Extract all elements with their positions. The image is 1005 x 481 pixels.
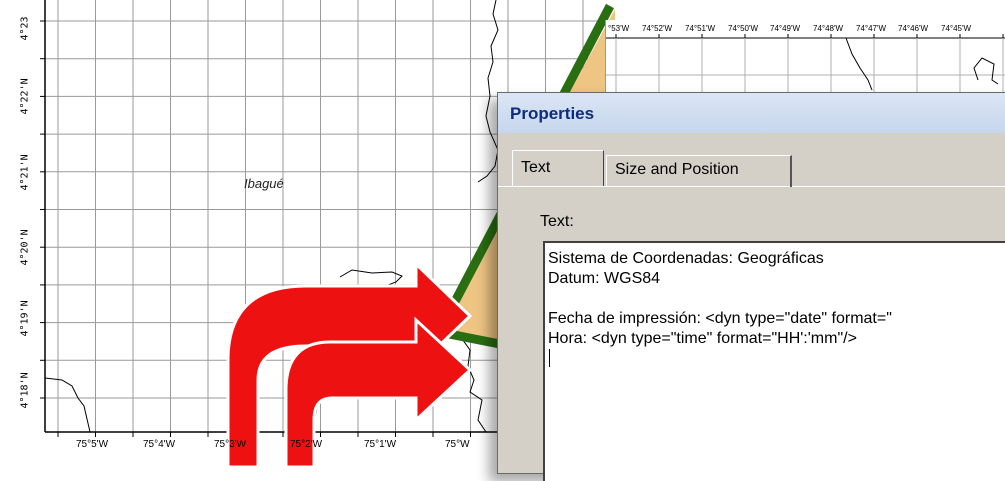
lon-label-75-2: 75°2'W <box>290 439 323 450</box>
lat-label-4-23: 4°23 <box>19 16 31 41</box>
tab-size-and-position[interactable]: Size and Position <box>606 155 792 187</box>
right-lon-label-53: °53'W <box>608 24 630 33</box>
lon-label-75-1: 75°1'W <box>364 439 397 450</box>
dialog-title: Properties <box>510 104 595 123</box>
river-boundary-top <box>477 0 499 183</box>
right-lon-label-51: 74°51'W <box>685 24 716 33</box>
lon-label-75: 75°W <box>445 439 470 450</box>
right-lon-label-45: 74°45'W <box>941 24 972 33</box>
lat-label-4-18: 4°18'N <box>19 372 31 409</box>
city-label-ibague: Ibagué <box>244 176 284 191</box>
text-caret <box>549 349 550 367</box>
properties-dialog: Properties Text Size and Position Text: … <box>497 92 1005 481</box>
text-line: Sistema de Coordenadas: Geográficas <box>548 250 824 267</box>
right-lon-label-52: 74°52'W <box>642 24 673 33</box>
right-lon-label-48: 74°48'W <box>813 24 844 33</box>
lat-label-4-20: 4°20'N <box>19 229 31 266</box>
river-boundary-left <box>44 377 91 433</box>
lon-label-75-3: 75°3'W <box>214 439 247 450</box>
text-line: Hora: <dyn type="time" format="HH':'mm"/… <box>548 330 857 347</box>
lat-label-4-21: 4°21'N <box>19 154 31 191</box>
text-line <box>548 289 1005 309</box>
lat-label-4-22: 4°22'N <box>19 78 31 115</box>
tab-text[interactable]: Text <box>512 150 604 186</box>
lon-label-75-4: 75°4'W <box>143 439 176 450</box>
text-line: Datum: WGS84 <box>548 270 661 287</box>
right-lon-label-50: 74°50'W <box>728 24 759 33</box>
right-lon-label-49: 74°49'W <box>770 24 801 33</box>
lon-label-75-5: 75°5'W <box>76 439 109 450</box>
text-field-label: Text: <box>540 213 574 230</box>
red-arrows <box>226 260 473 467</box>
lat-label-4-19: 4°19'N <box>19 300 31 337</box>
text-content-textarea[interactable]: Sistema de Coordenadas: Geográficas Datu… <box>543 241 1005 481</box>
right-lon-ticks <box>615 34 1004 38</box>
right-lon-label-47: 74°47'W <box>856 24 887 33</box>
right-lon-label-46: 74°46'W <box>898 24 929 33</box>
river-boundary-right <box>459 335 487 433</box>
text-line: Fecha de impressión: <dyn type="date" fo… <box>548 310 892 327</box>
dialog-titlebar[interactable]: Properties <box>498 93 1005 133</box>
right-boundary-b <box>973 57 999 85</box>
right-boundary-a <box>845 37 873 91</box>
